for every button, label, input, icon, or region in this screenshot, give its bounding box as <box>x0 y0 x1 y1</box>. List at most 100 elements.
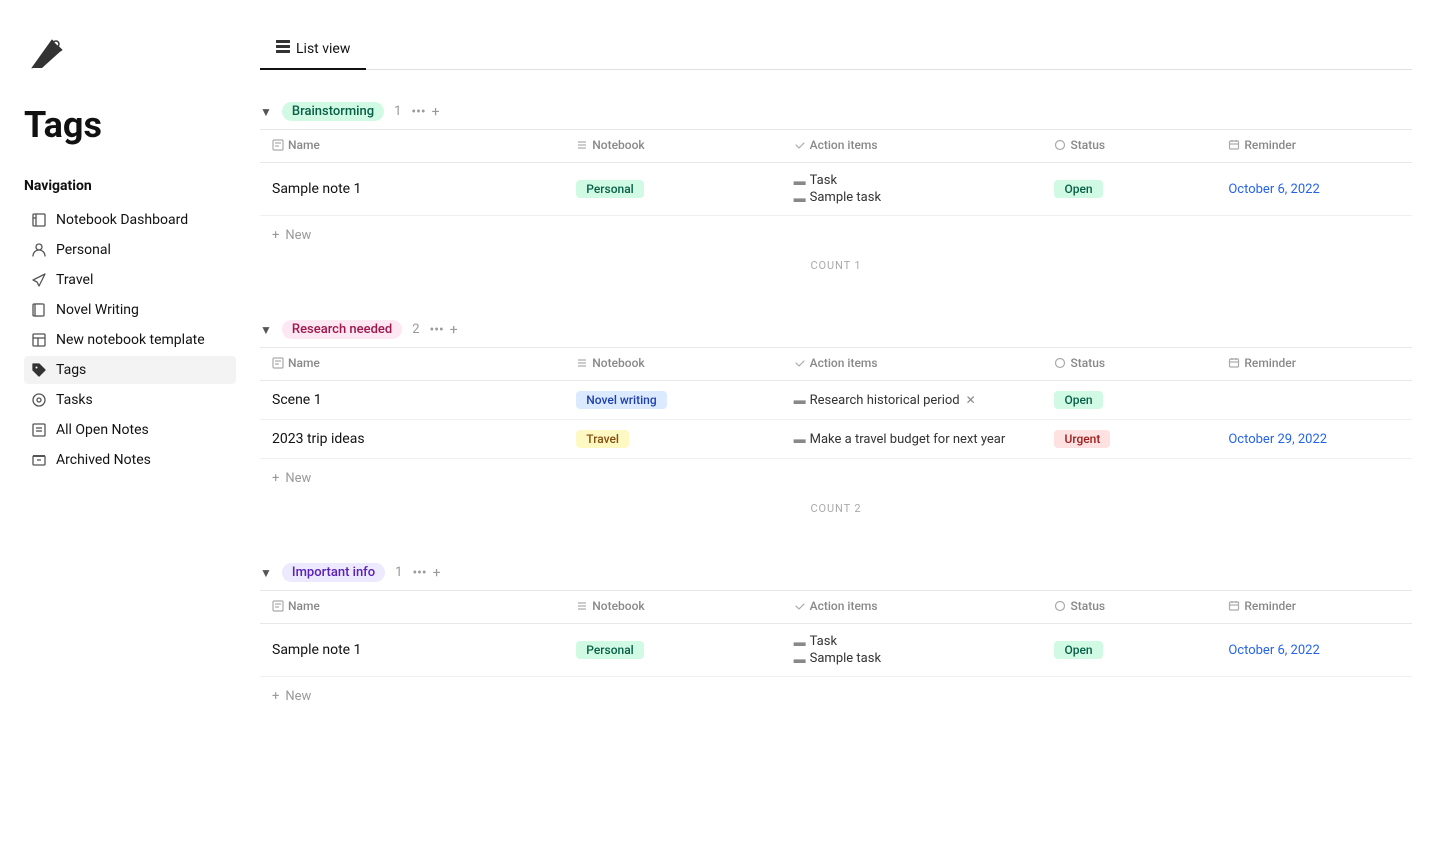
notebook-badge[interactable]: Novel writing <box>576 391 666 409</box>
status-badge[interactable]: Open <box>1054 391 1102 409</box>
col-header-action-items: Action items <box>782 591 1043 624</box>
sidebar-item-notebook-dashboard[interactable]: Notebook Dashboard <box>24 206 236 234</box>
tag-group-actions: ••• + <box>412 565 440 581</box>
more-options-icon[interactable]: ••• <box>411 104 425 120</box>
tag-badge[interactable]: Research needed <box>282 320 402 339</box>
note-reminder: October 6, 2022 <box>1216 624 1412 677</box>
note-notebook: Travel <box>564 420 781 459</box>
add-icon: + <box>272 471 279 486</box>
action-item: ▬ Research historical period ✕ <box>794 393 1031 408</box>
note-notebook: Personal <box>564 163 781 216</box>
note-name[interactable]: Sample note 1 <box>260 624 564 677</box>
status-badge[interactable]: Open <box>1054 180 1102 198</box>
notebook-badge[interactable]: Personal <box>576 641 643 659</box>
notes-icon <box>30 421 48 439</box>
page-title: Tags <box>24 104 236 146</box>
sidebar-item-label: New notebook template <box>56 332 205 348</box>
note-reminder: October 29, 2022 <box>1216 420 1412 459</box>
sidebar-item-novel-writing[interactable]: Novel Writing <box>24 296 236 324</box>
new-row-button[interactable]: + New <box>260 681 1412 712</box>
tag-count: 2 <box>412 322 419 337</box>
add-item-icon[interactable]: + <box>432 104 440 120</box>
table-row: Scene 1 Novel writing ▬ Research histori… <box>260 381 1412 420</box>
sidebar-item-archived-notes[interactable]: Archived Notes <box>24 446 236 474</box>
action-item: ▬ Make a travel budget for next year <box>794 432 1031 447</box>
nav-section-label: Navigation <box>24 178 236 194</box>
tag-group-important-info: ▼ Important info 1 ••• + Name <box>260 555 1412 712</box>
sidebar-item-label: Tags <box>56 362 86 378</box>
notebook-icon <box>30 211 48 229</box>
tab-list-view[interactable]: List view <box>260 32 366 70</box>
action-item: ▬ Task <box>794 634 1031 649</box>
tasks-icon <box>30 391 48 409</box>
notebook-badge[interactable]: Travel <box>576 430 629 448</box>
remove-icon[interactable]: ✕ <box>966 393 976 407</box>
sidebar-item-new-notebook-template[interactable]: New notebook template <box>24 326 236 354</box>
reminder-date: October 6, 2022 <box>1228 182 1319 197</box>
note-reminder <box>1216 381 1412 420</box>
note-status: Urgent <box>1042 420 1216 459</box>
col-header-name: Name <box>260 130 564 163</box>
doc-icon: ▬ <box>794 432 806 446</box>
note-status: Open <box>1042 381 1216 420</box>
col-header-name: Name <box>260 591 564 624</box>
note-action-items: ▬ Task ▬ Sample task <box>782 163 1043 216</box>
sidebar-item-personal[interactable]: Personal <box>24 236 236 264</box>
sidebar-item-label: Travel <box>56 272 93 288</box>
add-item-icon[interactable]: + <box>450 322 458 338</box>
sidebar-item-tags[interactable]: Tags <box>24 356 236 384</box>
reminder-date: October 29, 2022 <box>1228 432 1327 447</box>
sidebar-item-label: Tasks <box>56 392 93 408</box>
sidebar-item-label: All Open Notes <box>56 422 149 438</box>
table-row: Sample note 1 Personal ▬ Task <box>260 624 1412 677</box>
add-item-icon[interactable]: + <box>433 565 441 581</box>
toggle-button[interactable]: ▼ <box>260 105 272 119</box>
app-logo <box>24 32 236 80</box>
tag-count: 1 <box>394 104 401 119</box>
sidebar-item-all-open-notes[interactable]: All Open Notes <box>24 416 236 444</box>
archive-icon <box>30 451 48 469</box>
note-notebook: Personal <box>564 624 781 677</box>
sidebar-item-label: Novel Writing <box>56 302 139 318</box>
note-name[interactable]: 2023 trip ideas <box>260 420 564 459</box>
main-content: List view ▼ Brainstorming 1 ••• + <box>260 0 1452 866</box>
toggle-button[interactable]: ▼ <box>260 566 272 580</box>
tabs-bar: List view <box>260 32 1412 70</box>
action-item: ▬ Task <box>794 173 1031 188</box>
status-badge[interactable]: Urgent <box>1054 430 1110 448</box>
tag-group-header: ▼ Research needed 2 ••• + <box>260 312 1412 347</box>
sidebar-item-label: Notebook Dashboard <box>56 212 188 228</box>
col-header-reminder: Reminder <box>1216 348 1412 381</box>
tag-group-research-needed: ▼ Research needed 2 ••• + Name <box>260 312 1412 531</box>
person-icon <box>30 241 48 259</box>
sidebar-item-tasks[interactable]: Tasks <box>24 386 236 414</box>
book-icon <box>30 301 48 319</box>
toggle-button[interactable]: ▼ <box>260 323 272 337</box>
count-row: COUNT 1 <box>260 251 1412 288</box>
doc-icon: ▬ <box>794 174 806 188</box>
new-row-button[interactable]: + New <box>260 220 1412 251</box>
sidebar-item-travel[interactable]: Travel <box>24 266 236 294</box>
sidebar-item-label: Personal <box>56 242 111 258</box>
template-icon <box>30 331 48 349</box>
tag-badge[interactable]: Important info <box>282 563 385 582</box>
note-name[interactable]: Sample note 1 <box>260 163 564 216</box>
status-badge[interactable]: Open <box>1054 641 1102 659</box>
more-options-icon[interactable]: ••• <box>412 565 426 581</box>
sidebar-nav: Notebook Dashboard Personal Travel <box>24 206 236 474</box>
tag-group-actions: ••• + <box>411 104 439 120</box>
note-name[interactable]: Scene 1 <box>260 381 564 420</box>
doc-icon: ▬ <box>794 191 806 205</box>
reminder-date: October 6, 2022 <box>1228 643 1319 658</box>
tag-badge[interactable]: Brainstorming <box>282 102 384 121</box>
tag-group-actions: ••• + <box>430 322 458 338</box>
col-header-notebook: Notebook <box>564 348 781 381</box>
note-action-items: ▬ Task ▬ Sample task <box>782 624 1043 677</box>
col-header-name: Name <box>260 348 564 381</box>
count-row: COUNT 2 <box>260 494 1412 531</box>
new-row-button[interactable]: + New <box>260 463 1412 494</box>
more-options-icon[interactable]: ••• <box>430 322 444 338</box>
tag-count: 1 <box>395 565 402 580</box>
col-header-status: Status <box>1042 130 1216 163</box>
notebook-badge[interactable]: Personal <box>576 180 643 198</box>
